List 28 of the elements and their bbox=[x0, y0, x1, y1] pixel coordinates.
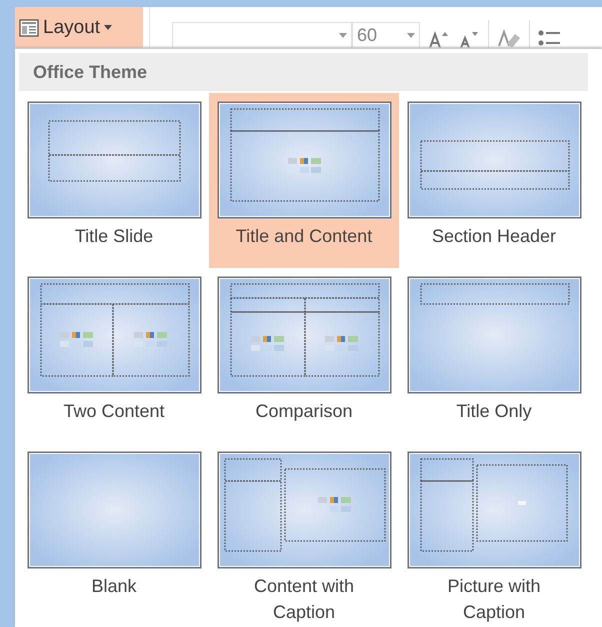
layout-label: Title and Content bbox=[236, 225, 372, 248]
layout-icon bbox=[19, 18, 39, 36]
layout-button[interactable]: Layout bbox=[15, 7, 143, 48]
layout-option[interactable]: Title Slide bbox=[19, 93, 209, 268]
menu-header: Office Theme bbox=[19, 53, 588, 91]
layout-label: Blank bbox=[91, 575, 137, 598]
layout-label: Two Content bbox=[63, 400, 165, 423]
layout-label: Content with Caption bbox=[254, 575, 354, 624]
layout-option[interactable]: Picture with Caption bbox=[399, 443, 589, 625]
shrink-font-icon[interactable] bbox=[458, 30, 480, 48]
caret-icon bbox=[407, 33, 415, 38]
layout-option[interactable]: Content with Caption bbox=[209, 443, 399, 625]
layout-option[interactable]: Section Header bbox=[399, 93, 589, 268]
caret-icon bbox=[104, 25, 112, 30]
layout-label: Comparison bbox=[255, 400, 353, 423]
grow-font-icon[interactable] bbox=[428, 30, 450, 48]
layout-label: Picture with Caption bbox=[447, 575, 541, 624]
layout-option[interactable]: Comparison bbox=[209, 268, 399, 443]
caret-icon bbox=[339, 33, 347, 38]
layout-option[interactable]: Two Content bbox=[19, 268, 209, 443]
layout-option[interactable]: Blank bbox=[19, 443, 209, 625]
layout-label: Title Only bbox=[456, 400, 532, 423]
layout-label: Title Slide bbox=[74, 225, 154, 248]
bullet-list-icon[interactable] bbox=[538, 28, 562, 48]
layout-option[interactable]: Title Only bbox=[399, 268, 589, 443]
layout-label: Section Header bbox=[432, 225, 556, 248]
layout-option[interactable]: Title and Content bbox=[209, 93, 399, 268]
eraser-icon[interactable] bbox=[497, 28, 521, 48]
